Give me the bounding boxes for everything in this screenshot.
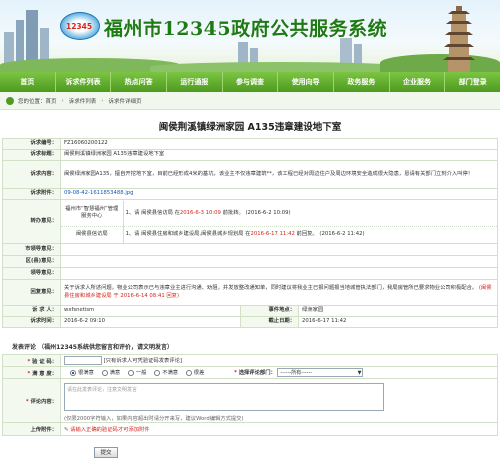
attachment-link[interactable]: 09-08-42-1611853488.jpg [64,190,134,196]
radio-very-poor[interactable] [185,369,192,376]
requester-value: wxfsnetism [60,305,241,317]
logo: 12345 [60,12,100,40]
request-time-label: 诉求时间： [2,316,61,328]
process-dept: 闽侯县信访局 [61,226,124,243]
id-label: 诉求编号： [2,138,61,150]
reply-text: 关于诉求人所述问题，物业公司表示已与违章业主进行沟通、劝阻，并发放整改通知单，同… [64,285,478,291]
nav-item-reports[interactable]: 运行通报 [167,72,223,92]
process-text: 1、请 闽侯县信访局 在2016-6-3 10:09 前批转。 (2016-6-… [123,200,497,227]
city-opinion-value [60,243,498,256]
breadcrumb: 您的位置： 首页 › 诉求件列表 › 诉求件详细页 [0,92,500,110]
pagoda-image [443,6,475,72]
comment-form: * 验 证 码： [只有诉求人可凭验证码发表评论] * 满 意 度： 很满意 满… [2,354,498,436]
nav-item-dept-login[interactable]: 部门登录 [445,72,500,92]
breadcrumb-home[interactable]: 首页 [46,97,57,105]
option-very-satisfied: 很满意 [78,370,94,376]
leader-opinion-label: 领导意见： [2,267,61,280]
breadcrumb-current: 诉求件详细页 [108,98,142,105]
radio-unsatisfied[interactable] [154,369,161,376]
comment-content-label: * 评论内容： [2,378,61,423]
breadcrumb-separator: › [101,97,104,104]
captcha-label: * 验 证 码： [2,354,61,367]
process-label: 转办意见： [2,199,61,244]
nav-item-gov-service[interactable]: 政务服务 [334,72,390,92]
upload-hint: 请输入正确的验证码才可添加附件 [70,427,150,433]
upload-label: 上传附件： [2,422,61,436]
page-title: 闽侯荆溪镇绿洲家园 A135违章建设地下室 [158,122,342,133]
city-opinion-label: 市领导意见： [2,243,61,256]
satisfaction-label: * 满 意 度： [2,366,61,379]
captcha-input[interactable] [64,356,102,365]
leader-opinion-value [60,267,498,280]
nav-item-enterprise[interactable]: 企业服务 [390,72,446,92]
page: 12345 福州市12345政府公共服务系统 首页 诉求件列表 热点问答 运行通… [0,0,500,458]
upload-cell: ✎ 请输入正确的验证码才可添加附件 [60,422,498,436]
subject-value: 闽侯荆溪镇绿洲家园 A135违章建设地下室 [60,149,498,161]
district-opinion-value [60,255,498,268]
comment-hint: (仅限2000字符输入，如果内容超出时请分开来写，建议Word编辑方式提交) [64,415,244,422]
captcha-hint: [只有诉求人可凭验证码发表评论] [103,358,182,364]
nav-item-survey[interactable]: 参与调查 [223,72,279,92]
site-title: 福州市12345政府公共服务系统 [104,18,388,40]
captcha-cell: [只有诉求人可凭验证码发表评论] [60,354,498,367]
main-nav: 首页 诉求件列表 热点问答 运行通报 参与调查 使用向导 政务服务 企业服务 部… [0,72,500,92]
satisfaction-cell: 很满意 满意 一般 不满意 很差 * 选择评论部门： ------所有-----… [60,366,498,379]
event-location-label: 事件地点： [240,305,299,317]
content-value: 闽侯绿洲家园A135，擅自开挖地下室，目前已经形成4米的基坑，该业主不仅违章建筑… [60,160,498,189]
request-time-value: 2016-6-2 09:10 [60,316,241,328]
radio-very-satisfied[interactable] [70,369,76,376]
requester-label: 诉 求 人： [2,305,61,317]
district-opinion-label: 区(县)意见： [2,255,61,268]
reply-value: 关于诉求人所述问题，物业公司表示已与违章业主进行沟通、劝阻，并发放整改通知单，同… [60,279,498,306]
process-step-2: 1、请 闽侯县住房和城乡建设局,闽侯县城乡规划局 在2016-6-17 11:4… [125,231,365,238]
nav-item-guide[interactable]: 使用向导 [278,72,335,92]
process-table: 福州市“智慧福州”管理服务中心 1、请 闽侯县信访局 在2016-6-3 10:… [61,200,497,243]
option-unsatisfied: 不满意 [162,370,179,376]
radio-average[interactable] [127,369,134,376]
process-text: 1、请 闽侯县住房和城乡建设局,闽侯县城乡规划局 在2016-6-17 11:4… [123,227,497,243]
event-location-value: 绿洲家园 [298,305,498,317]
detail-table: 诉求编号： FZ16060200122 诉求标题： 闽侯荆溪镇绿洲家园 A135… [2,138,498,328]
option-very-poor: 很差 [193,370,205,376]
id-value: FZ16060200122 [60,138,498,150]
nav-item-hot-qa[interactable]: 热点问答 [111,72,168,92]
nav-item-requests[interactable]: 诉求件列表 [56,72,112,92]
breadcrumb-separator: › [61,97,64,104]
nav-item-home[interactable]: 首页 [0,72,56,92]
subject-label: 诉求标题： [2,149,61,161]
reply-label: 回复意见： [2,279,61,306]
logo-text: 12345 [66,22,93,31]
comment-content-cell: 请在此发表评论，注意文明发言 (仅限2000字符输入，如果内容超出时请分开来写，… [60,378,498,423]
attachment-label: 诉求附件： [2,188,61,200]
chevron-down-icon: ▼ [357,370,362,376]
dept-select[interactable]: ------所有------ ▼ [277,368,364,377]
submit-button[interactable]: 提交 [94,447,118,458]
dept-select-value: ------所有------ [280,370,313,376]
content-label: 诉求内容： [2,160,61,189]
process-dept: 福州市“智慧福州”管理服务中心 [61,200,124,227]
option-satisfied: 满意 [109,370,121,376]
process-step-1: 1、请 闽侯县信访局 在2016-6-3 10:09 前批转。 (2016-6-… [125,209,291,216]
radio-satisfied[interactable] [101,369,108,376]
option-average: 一般 [135,370,147,376]
deadline-value: 2016-6-17 11:42 [298,316,498,328]
breadcrumb-list[interactable]: 诉求件列表 [69,97,97,105]
header-banner: 12345 福州市12345政府公共服务系统 [0,0,500,72]
comment-section-title: 发表评论 （福州12345系统供您留言和评价，请文明发言） [12,344,173,351]
comment-textarea[interactable]: 请在此发表评论，注意文明发言 [64,382,384,411]
upload-icon: ✎ [64,427,69,433]
deadline-label: 截止日期： [240,316,299,328]
home-icon [6,96,14,105]
breadcrumb-prefix: 您的位置： [18,98,46,105]
dept-select-label: * 选择评论部门： [234,370,276,376]
